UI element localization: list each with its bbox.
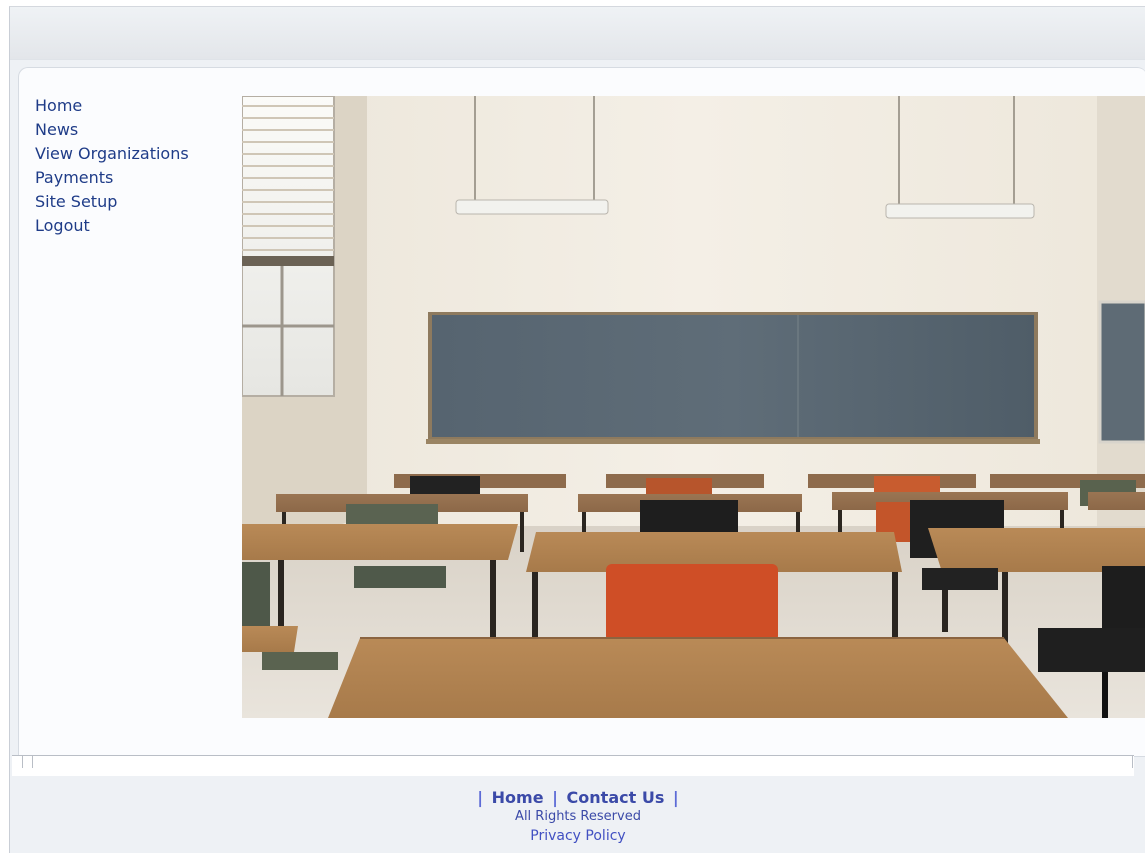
nav-item-news: News <box>35 118 189 142</box>
classroom-hero-image <box>242 96 1145 718</box>
content-bottom-rule <box>12 755 1134 776</box>
footer-separator: | <box>477 788 484 807</box>
footer: | Home | Contact Us | All Rights Reserve… <box>10 787 1145 846</box>
footer-rights-text: All Rights Reserved <box>515 809 641 824</box>
footer-link-home[interactable]: Home <box>492 788 544 807</box>
rule-tick-left <box>22 756 23 768</box>
nav-link-payments[interactable]: Payments <box>35 168 113 187</box>
nav-item-logout: Logout <box>35 214 189 238</box>
content-panel: Home News View Organizations Payments Si… <box>18 67 1145 757</box>
footer-separator: | <box>552 788 558 807</box>
nav-link-news[interactable]: News <box>35 120 78 139</box>
header-bar <box>10 7 1145 60</box>
footer-privacy-link[interactable]: Privacy Policy <box>530 828 625 844</box>
nav-item-view-organizations: View Organizations <box>35 142 189 166</box>
footer-link-contact-us[interactable]: Contact Us <box>567 788 665 807</box>
nav-item-site-setup: Site Setup <box>35 190 189 214</box>
nav-link-view-organizations[interactable]: View Organizations <box>35 144 189 163</box>
nav-item-payments: Payments <box>35 166 189 190</box>
nav-link-home[interactable]: Home <box>35 96 82 115</box>
footer-links: | Home | Contact Us | <box>10 787 1145 809</box>
page: Home News View Organizations Payments Si… <box>9 6 1145 853</box>
nav-link-site-setup[interactable]: Site Setup <box>35 192 117 211</box>
sidebar-nav: Home News View Organizations Payments Si… <box>35 94 189 238</box>
nav-link-logout[interactable]: Logout <box>35 216 90 235</box>
nav-item-home: Home <box>35 94 189 118</box>
rule-tick-left-inner <box>32 756 33 768</box>
footer-separator: | <box>672 788 679 807</box>
rule-tick-right <box>1132 756 1133 768</box>
